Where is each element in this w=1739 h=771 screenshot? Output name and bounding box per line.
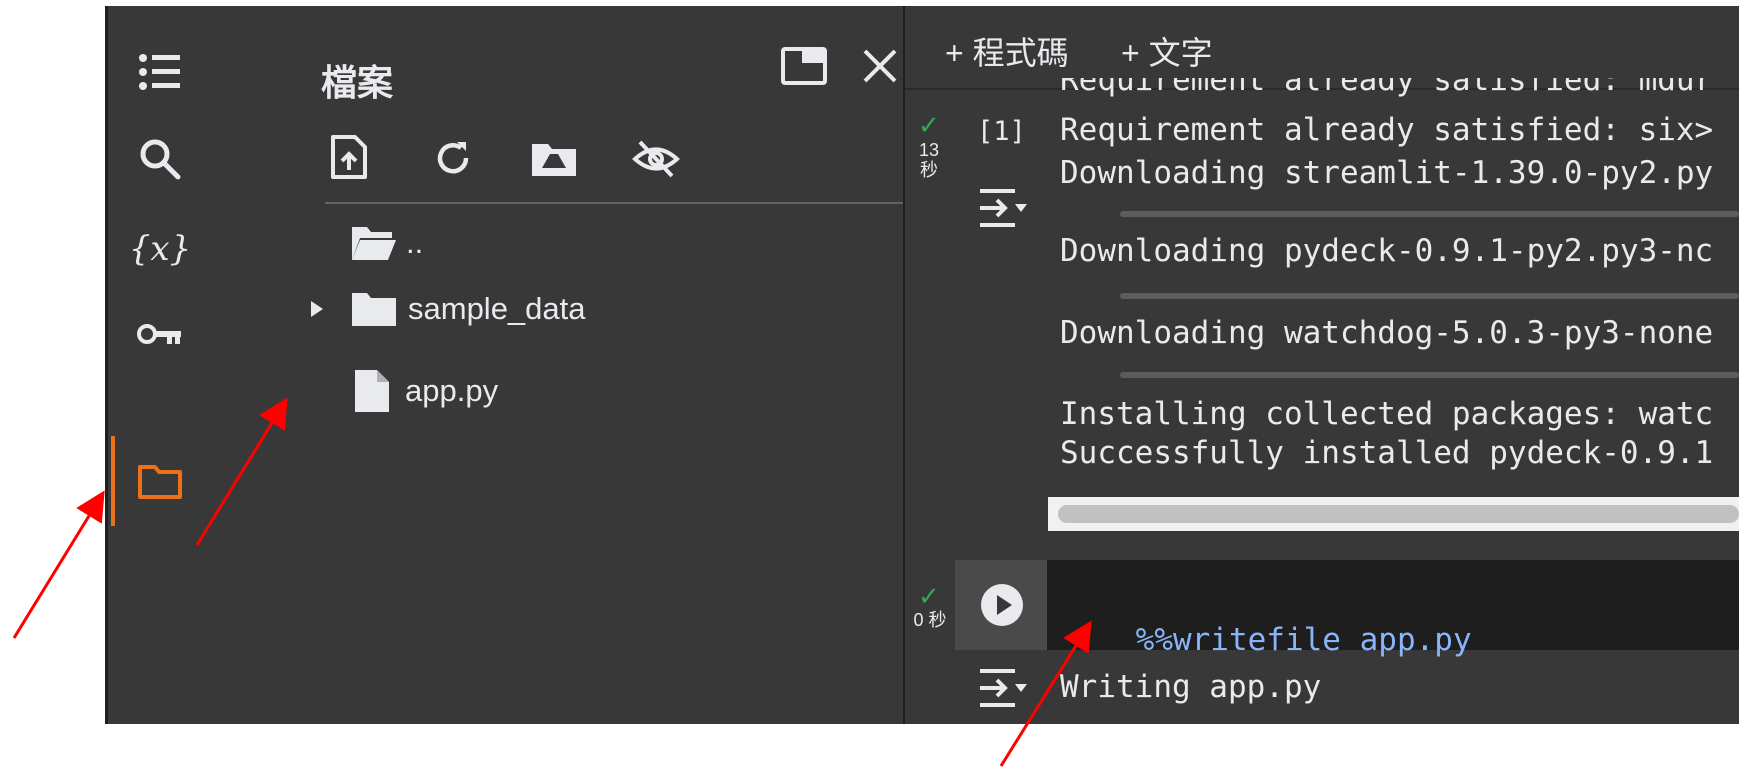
arrow-to-writefile <box>999 620 1092 767</box>
arrow-to-app-file <box>195 397 288 546</box>
annotation-arrows <box>12 397 1092 767</box>
arrow-to-folder-icon <box>12 490 105 639</box>
